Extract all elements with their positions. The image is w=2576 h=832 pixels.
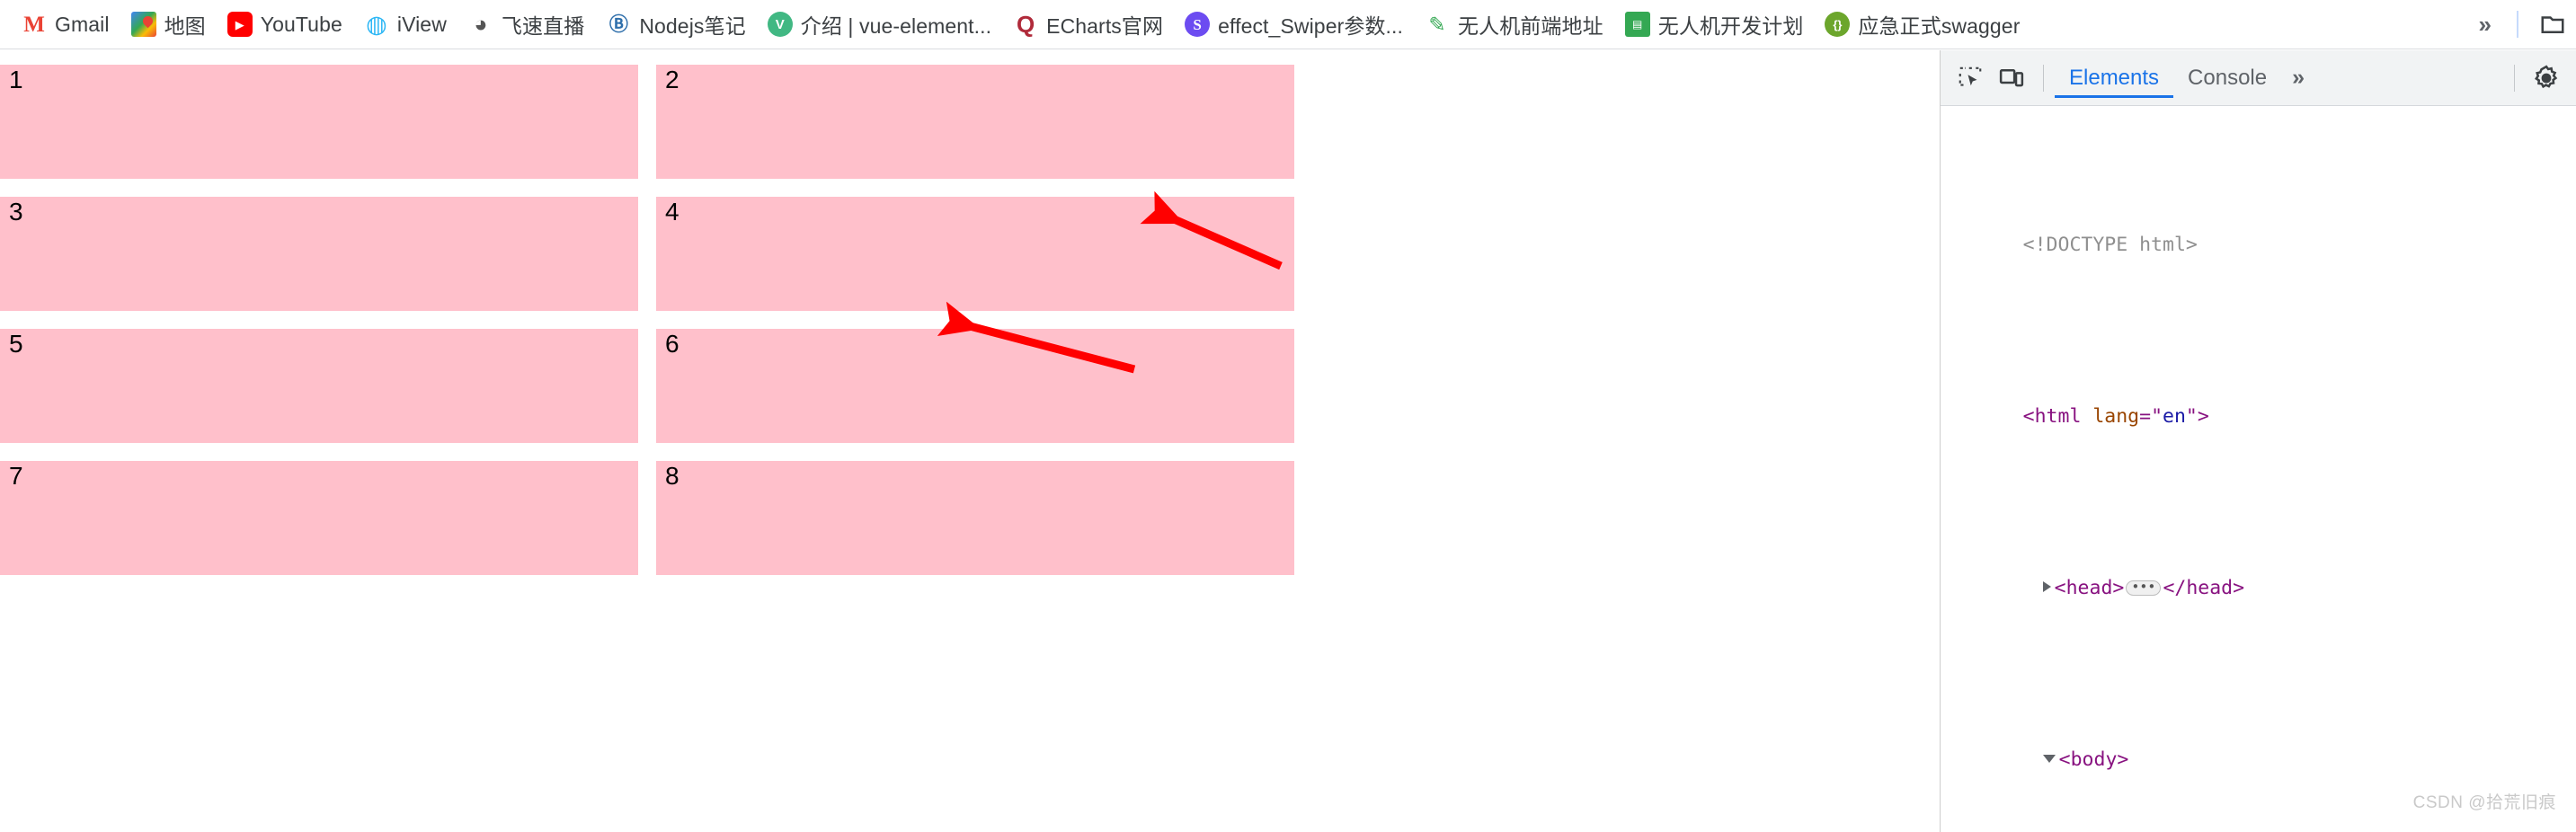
swiper-icon: S [1185, 12, 1211, 37]
flex-item: 1 [0, 65, 638, 179]
flex-container-box: 1 2 3 4 5 6 7 8 [0, 50, 1932, 593]
bookmark-label: 地图 [164, 14, 206, 38]
bookmark-label: ECharts官网 [1046, 14, 1164, 38]
bookmark-youtube[interactable]: ▶ YouTube [217, 6, 353, 42]
flex-item: 7 [0, 461, 638, 575]
youtube-icon: ▶ [227, 12, 253, 37]
google-docs-icon: ✎ [1428, 12, 1446, 36]
bookmark-label: Nodejs笔记 [639, 14, 746, 38]
bookmark-label: 飞速直播 [501, 14, 585, 38]
more-tabs-button[interactable]: » [2281, 65, 2315, 91]
dom-tree[interactable]: <!DOCTYPE html> <html lang="en"> <head> •… [1941, 106, 2576, 832]
toolbar-separator [2514, 64, 2515, 92]
inspect-element-icon[interactable] [1950, 58, 1991, 98]
bookmark-label: 介绍 | vue-element... [800, 14, 992, 38]
gear-icon[interactable] [2526, 58, 2567, 98]
dom-node-html[interactable]: <html lang="en"> [1941, 373, 2576, 459]
feisu-live-icon: ◕ [474, 11, 488, 37]
device-toolbar-icon[interactable] [1991, 58, 2032, 98]
vue-element-icon: V [767, 12, 793, 37]
dom-node-doctype[interactable]: <!DOCTYPE html> [1941, 201, 2576, 288]
bookmark-label: 无人机前端地址 [1458, 14, 1603, 38]
bookmark-label: 无人机开发计划 [1657, 14, 1804, 38]
page-viewport: 1 2 3 4 5 6 7 8 [0, 50, 1940, 832]
flex-item: 2 [656, 65, 1294, 179]
bookmark-nodejs-notes[interactable]: Ⓑ Nodejs笔记 [595, 6, 756, 42]
new-folder-icon[interactable] [2535, 6, 2571, 42]
bookmark-label: 应急正式swagger [1858, 14, 2021, 38]
devtools-toolbar: Elements Console » [1941, 50, 2576, 106]
google-maps-icon [130, 12, 156, 37]
bookmark-label: Gmail [55, 12, 110, 36]
tab-console[interactable]: Console [2173, 58, 2281, 98]
bookmarks-overflow-button[interactable]: » [2470, 11, 2500, 39]
bookmark-vue-element[interactable]: V 介绍 | vue-element... [757, 6, 1002, 42]
bookmarks-bar: M Gmail 地图 ▶ YouTube ◍ iView ◕ 飞速直播 Ⓑ No… [0, 0, 2576, 49]
echarts-icon: Q [1017, 11, 1035, 38]
bookmark-label: YouTube [260, 12, 342, 36]
bookmark-swagger[interactable]: {} 应急正式swagger [1814, 6, 2030, 42]
bookmark-label: iView [396, 12, 447, 36]
nodejs-notes-icon: Ⓑ [608, 13, 628, 35]
dom-node-head[interactable]: <head> ••• </head> [1941, 544, 2576, 631]
tab-elements[interactable]: Elements [2055, 58, 2174, 98]
flex-item: 6 [656, 329, 1294, 443]
toolbar-divider [2517, 11, 2518, 38]
gmail-icon: M [23, 12, 45, 37]
bookmark-gmail[interactable]: M Gmail [11, 6, 120, 42]
bookmark-maps[interactable]: 地图 [120, 6, 217, 42]
toolbar-separator [2043, 64, 2044, 92]
bookmark-iview[interactable]: ◍ iView [353, 6, 457, 42]
flex-item: 5 [0, 329, 638, 443]
google-sheets-icon: ▤ [1624, 12, 1650, 37]
bookmark-drone-plan[interactable]: ▤ 无人机开发计划 [1614, 6, 1815, 42]
flex-item: 4 [656, 197, 1294, 311]
flex-item: 8 [656, 461, 1294, 575]
flex-item: 3 [0, 197, 638, 311]
bookmark-label: effect_Swiper参数... [1218, 14, 1404, 38]
bookmark-feisu-live[interactable]: ◕ 飞速直播 [457, 6, 595, 42]
collapsed-children-icon[interactable]: ••• [2126, 580, 2162, 596]
bookmark-drone-frontend[interactable]: ✎ 无人机前端地址 [1414, 6, 1614, 42]
iview-icon: ◍ [366, 10, 387, 38]
swagger-icon: {} [1825, 12, 1851, 37]
bookmark-swiper[interactable]: S effect_Swiper参数... [1174, 6, 1414, 42]
devtools-panel: Elements Console » <!DOCTYPE html> <html… [1940, 50, 2576, 832]
bookmark-echarts[interactable]: Q ECharts官网 [1002, 6, 1174, 42]
collapse-body-triangle-icon[interactable] [2042, 754, 2056, 763]
dom-node-body[interactable]: <body> [1941, 716, 2576, 802]
expand-head-triangle-icon[interactable] [2042, 580, 2051, 592]
devtools-toolbar-right [2503, 58, 2567, 98]
csdn-watermark: CSDN @拾荒旧痕 [2412, 793, 2556, 813]
